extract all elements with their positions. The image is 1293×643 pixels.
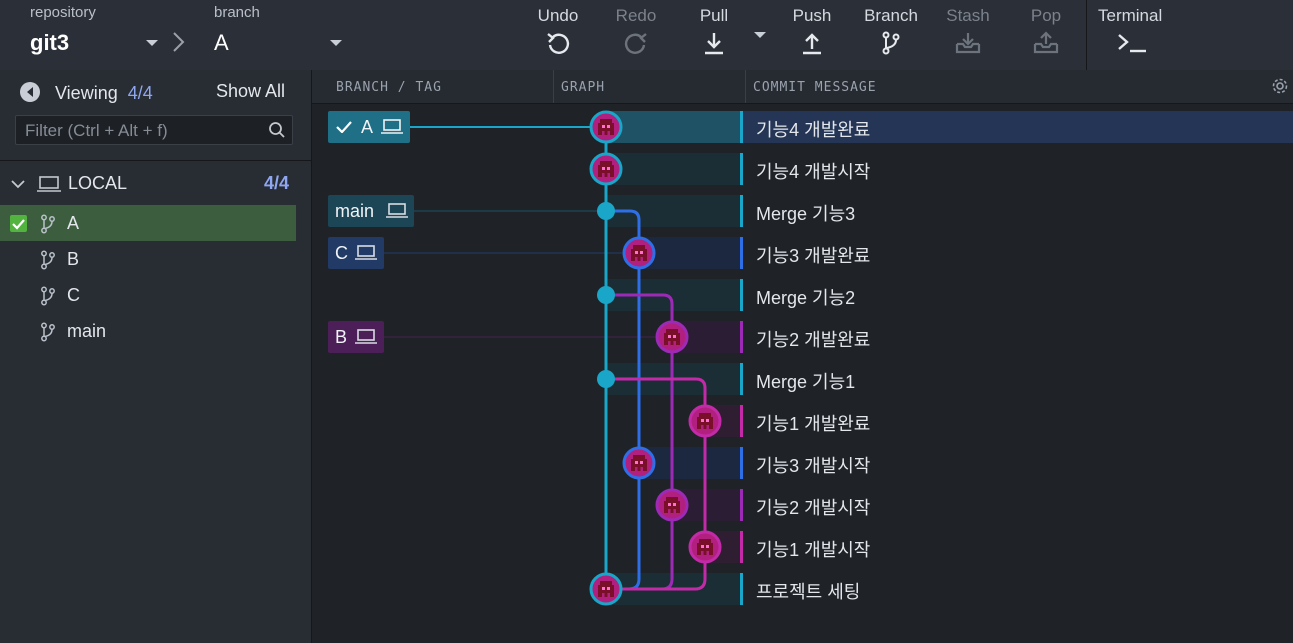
commit-avatar xyxy=(622,446,656,480)
laptop-icon xyxy=(355,329,377,344)
ref-chip-a[interactable]: A xyxy=(328,111,410,143)
ref-chip-main[interactable]: main xyxy=(328,195,414,227)
commit-avatar xyxy=(688,530,722,564)
branch-a1-lane-line xyxy=(606,377,707,591)
ref-label: main xyxy=(335,201,375,221)
commit-avatar xyxy=(688,404,722,438)
laptop-icon xyxy=(355,245,377,260)
ref-chip-c[interactable]: C xyxy=(328,237,384,269)
commit-avatar xyxy=(589,110,623,144)
ref-label: C xyxy=(335,243,348,263)
check-icon xyxy=(336,121,352,133)
commit-avatar xyxy=(589,152,623,186)
commit-avatar xyxy=(589,572,623,606)
commit-avatar xyxy=(622,236,656,270)
laptop-icon xyxy=(381,119,403,134)
merge-commit-dot xyxy=(597,286,615,304)
laptop-icon xyxy=(386,203,408,218)
merge-commit-dot xyxy=(597,202,615,220)
ref-label: A xyxy=(361,117,374,137)
commit-avatar xyxy=(655,320,689,354)
ref-chip-b[interactable]: B xyxy=(328,321,384,353)
merge-commit-dot xyxy=(597,370,615,388)
commit-graph xyxy=(384,110,722,606)
ref-label: B xyxy=(335,327,348,347)
commit-avatar xyxy=(655,488,689,522)
